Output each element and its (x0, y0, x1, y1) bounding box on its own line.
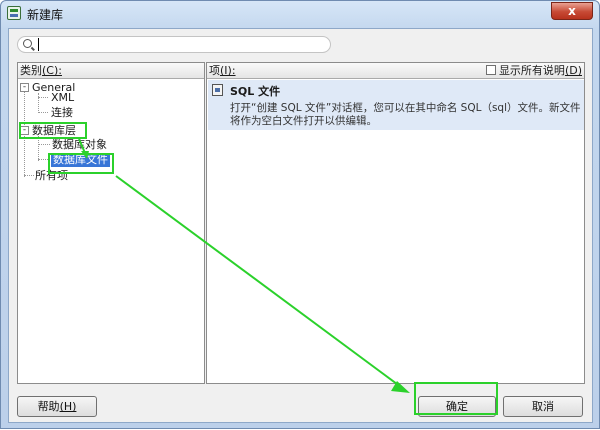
arrow-tier-to-files (78, 138, 86, 154)
arrowhead-tier-to-files (81, 151, 89, 159)
arrow-files-to-ok (115, 175, 402, 388)
annotation-arrows (78, 138, 410, 393)
new-gallery-dialog: 新建库 x 类别(C): - General XML 连接 - 数据库层 数据库… (0, 0, 600, 429)
